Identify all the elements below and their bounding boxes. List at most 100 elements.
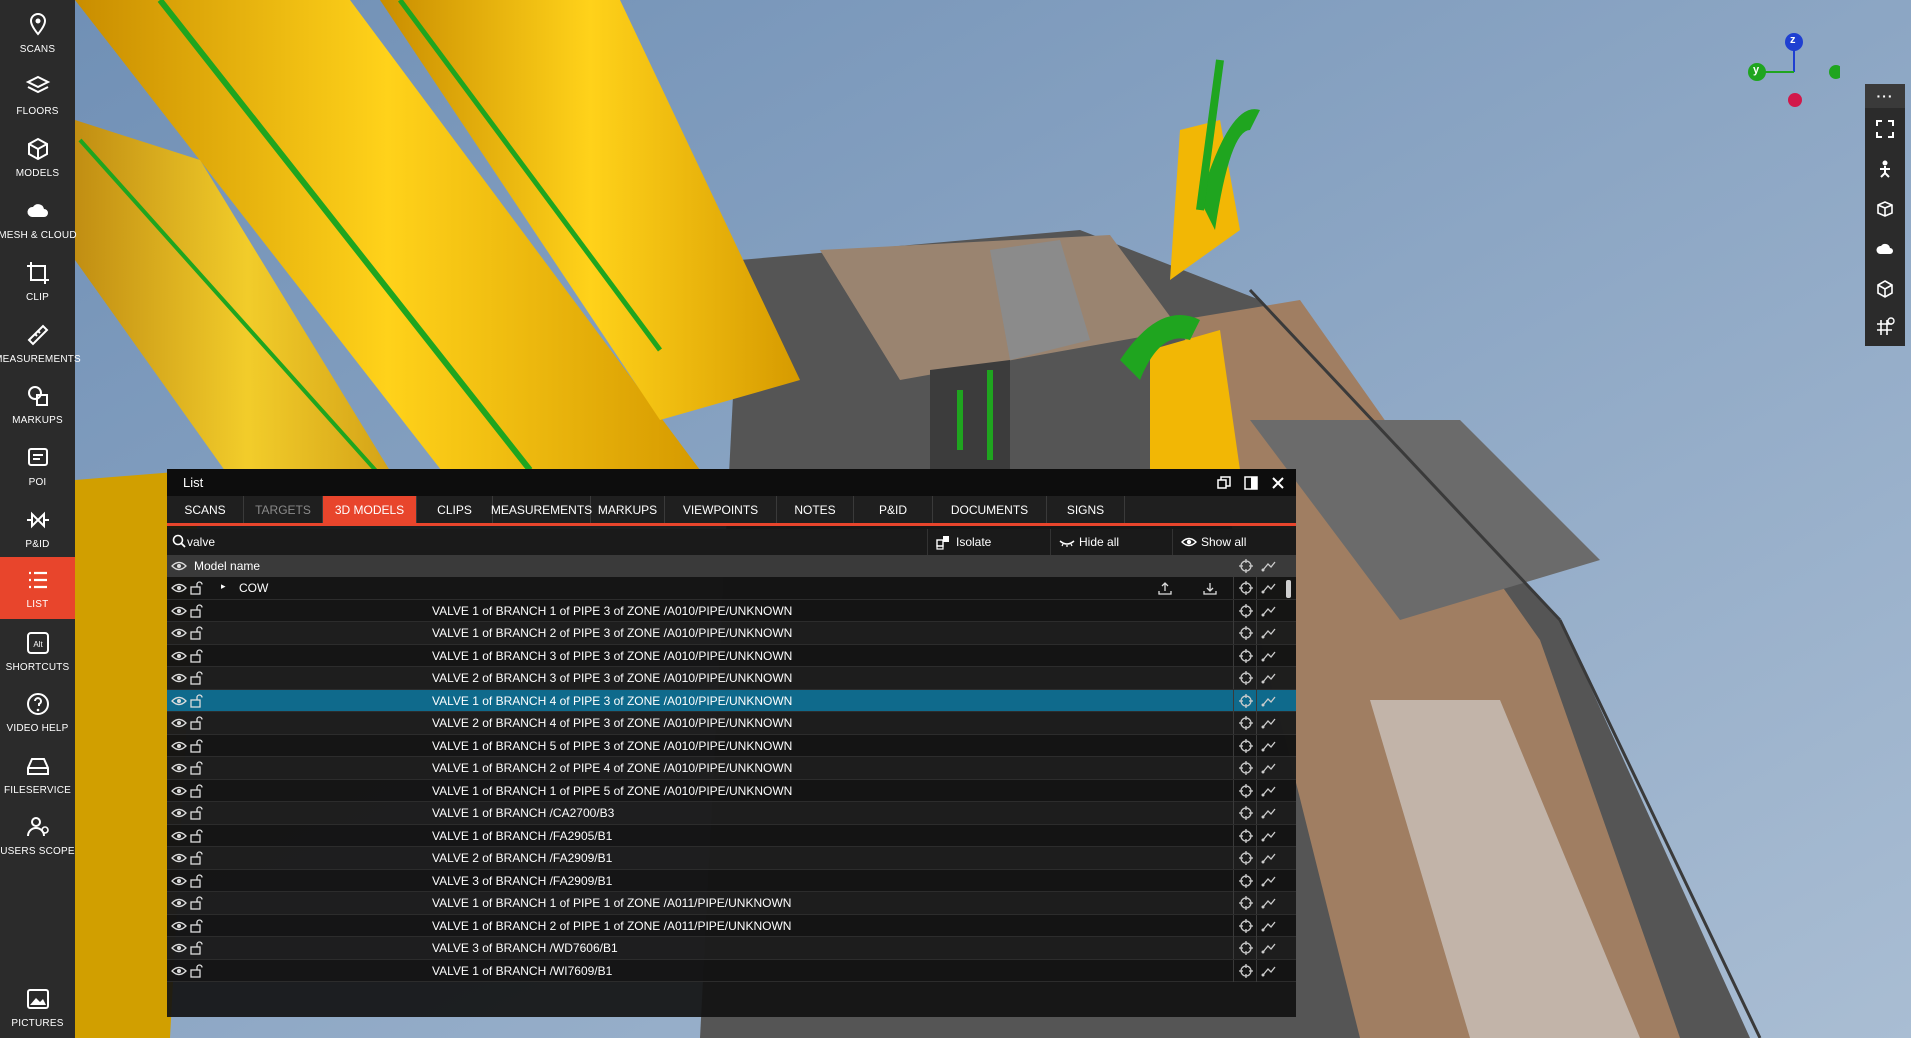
visibility-eye-icon[interactable] <box>171 671 187 685</box>
sidebar-item-poi[interactable]: POI <box>0 435 75 497</box>
section-box-button[interactable] <box>1865 190 1905 228</box>
sidebar-item-fileservice[interactable]: FILESERVICE <box>0 743 75 805</box>
visibility-eye-icon[interactable] <box>171 716 187 730</box>
unlock-icon[interactable] <box>189 896 203 910</box>
visibility-eye-icon[interactable] <box>171 896 187 910</box>
unlock-icon[interactable] <box>189 738 203 753</box>
table-row[interactable]: VALVE 1 of BRANCH 1 of PIPE 3 of ZONE /A… <box>167 599 1296 622</box>
viewpoint-icon[interactable] <box>1261 940 1277 956</box>
tab-signs[interactable]: SIGNS <box>1047 496 1125 523</box>
unlock-icon[interactable] <box>189 828 203 843</box>
tab-3d-models[interactable]: 3D MODELS <box>323 496 417 523</box>
viewpoint-icon[interactable] <box>1261 828 1277 844</box>
unlock-icon[interactable] <box>189 873 203 888</box>
tab-viewpoints[interactable]: VIEWPOINTS <box>665 496 777 523</box>
viewpoint-icon[interactable] <box>1261 648 1277 664</box>
download-icon[interactable] <box>1202 580 1218 596</box>
sidebar-item-clip[interactable]: CLIP <box>0 250 75 312</box>
table-row[interactable]: VALVE 2 of BRANCH 3 of PIPE 3 of ZONE /A… <box>167 667 1296 690</box>
restore-window-button[interactable] <box>1214 473 1234 493</box>
table-row[interactable]: VALVE 1 of BRANCH 4 of PIPE 3 of ZONE /A… <box>167 689 1296 712</box>
sidebar-item-video-help[interactable]: VIDEO HELP <box>0 681 75 743</box>
visibility-eye-icon[interactable] <box>171 694 187 708</box>
visibility-eye-icon[interactable] <box>171 784 187 798</box>
visibility-eye-icon[interactable] <box>171 829 187 843</box>
locate-target-icon[interactable] <box>1238 963 1254 979</box>
visibility-eye-icon[interactable] <box>171 626 187 640</box>
sidebar-item-users-scope[interactable]: USERS SCOPE <box>0 804 75 866</box>
locate-target-icon[interactable] <box>1238 805 1254 821</box>
tab-markups[interactable]: MARKUPS <box>591 496 665 523</box>
locate-target-icon[interactable] <box>1238 783 1254 799</box>
tab-documents[interactable]: DOCUMENTS <box>933 496 1047 523</box>
table-row[interactable]: VALVE 1 of BRANCH /CA2700/B3 <box>167 802 1296 825</box>
table-row[interactable]: VALVE 3 of BRANCH /FA2909/B1 <box>167 869 1296 892</box>
model-name-header[interactable]: Model name <box>194 559 260 573</box>
sidebar-item-p-id[interactable]: P&ID <box>0 497 75 559</box>
tab-targets[interactable]: TARGETS <box>244 496 323 523</box>
point-cloud-button[interactable] <box>1865 230 1905 268</box>
visibility-eye-icon[interactable] <box>171 761 187 775</box>
viewpoint-icon[interactable] <box>1261 805 1277 821</box>
sidebar-item-pictures[interactable]: PICTURES <box>0 976 75 1038</box>
locate-target-icon[interactable] <box>1238 850 1254 866</box>
viewpoint-icon[interactable] <box>1261 693 1277 709</box>
model-view-button[interactable] <box>1865 270 1905 308</box>
visibility-eye-icon[interactable] <box>171 874 187 888</box>
viewpoint-icon[interactable] <box>1261 760 1277 776</box>
sidebar-item-mesh-cloud[interactable]: MESH & CLOUD <box>0 188 77 250</box>
viewpoint-icon[interactable] <box>1261 850 1277 866</box>
visibility-eye-icon[interactable] <box>171 806 187 820</box>
viewpoint-icon[interactable] <box>1261 715 1277 731</box>
locate-target-icon[interactable] <box>1238 580 1254 596</box>
table-row[interactable]: VALVE 1 of BRANCH 3 of PIPE 3 of ZONE /A… <box>167 644 1296 667</box>
unlock-icon[interactable] <box>189 626 203 640</box>
table-row[interactable]: VALVE 1 of BRANCH /WI7609/B1 <box>167 959 1296 982</box>
tab-measurements[interactable]: MEASUREMENTS <box>491 496 592 523</box>
upload-icon[interactable] <box>1157 580 1173 596</box>
table-row[interactable]: VALVE 1 of BRANCH 5 of PIPE 3 of ZONE /A… <box>167 734 1296 757</box>
locate-target-icon[interactable] <box>1238 873 1254 889</box>
locate-target-icon[interactable] <box>1238 715 1254 731</box>
locate-target-icon[interactable] <box>1238 693 1254 709</box>
viewpoint-icon[interactable] <box>1261 738 1277 754</box>
locate-target-icon[interactable] <box>1238 760 1254 776</box>
visibility-eye-icon[interactable] <box>171 604 187 618</box>
unlock-icon[interactable] <box>189 918 203 933</box>
unlock-icon[interactable] <box>189 648 203 663</box>
viewpoint-icon[interactable] <box>1261 670 1277 686</box>
table-row[interactable]: VALVE 1 of BRANCH 1 of PIPE 1 of ZONE /A… <box>167 892 1296 915</box>
viewpoint-icon[interactable] <box>1261 580 1277 596</box>
unlock-icon[interactable] <box>189 581 203 595</box>
locate-target-icon[interactable] <box>1238 738 1254 754</box>
navigation-mode-button[interactable] <box>1865 150 1905 188</box>
hide-all-button[interactable]: Hide all <box>1050 529 1170 555</box>
unlock-icon[interactable] <box>189 783 203 798</box>
panel-title-bar[interactable]: List <box>167 469 1296 496</box>
unlock-icon[interactable] <box>189 716 203 730</box>
eye-header-icon[interactable] <box>171 559 187 573</box>
unlock-icon[interactable] <box>189 941 203 955</box>
locate-target-icon[interactable] <box>1238 895 1254 911</box>
locate-target-icon[interactable] <box>1238 648 1254 664</box>
viewpoint-icon[interactable] <box>1261 963 1277 979</box>
viewpoint-icon[interactable] <box>1261 783 1277 799</box>
sidebar-item-markups[interactable]: MARKUPS <box>0 373 75 435</box>
table-row[interactable]: VALVE 2 of BRANCH 4 of PIPE 3 of ZONE /A… <box>167 712 1296 735</box>
viewpoint-icon[interactable] <box>1261 918 1277 934</box>
unlock-icon[interactable] <box>189 761 203 775</box>
table-row[interactable]: VALVE 1 of BRANCH /FA2905/B1 <box>167 824 1296 847</box>
table-row[interactable]: VALVE 1 of BRANCH 2 of PIPE 1 of ZONE /A… <box>167 914 1296 937</box>
sidebar-item-floors[interactable]: FLOORS <box>0 64 75 126</box>
table-row[interactable]: VALVE 3 of BRANCH /WD7606/B1 <box>167 937 1296 960</box>
sidebar-item-shortcuts[interactable]: Alt SHORTCUTS <box>0 620 75 682</box>
visibility-eye-icon[interactable] <box>171 581 187 595</box>
locate-target-icon[interactable] <box>1238 940 1254 956</box>
scrollbar-thumb[interactable] <box>1286 580 1291 598</box>
table-row[interactable]: VALVE 1 of BRANCH 2 of PIPE 3 of ZONE /A… <box>167 622 1296 645</box>
table-row[interactable]: VALVE 1 of BRANCH 1 of PIPE 5 of ZONE /A… <box>167 779 1296 802</box>
locate-target-icon[interactable] <box>1238 918 1254 934</box>
visibility-eye-icon[interactable] <box>171 851 187 865</box>
sidebar-item-list[interactable]: LIST <box>0 557 75 619</box>
sidebar-item-scans[interactable]: SCANS <box>0 2 75 64</box>
